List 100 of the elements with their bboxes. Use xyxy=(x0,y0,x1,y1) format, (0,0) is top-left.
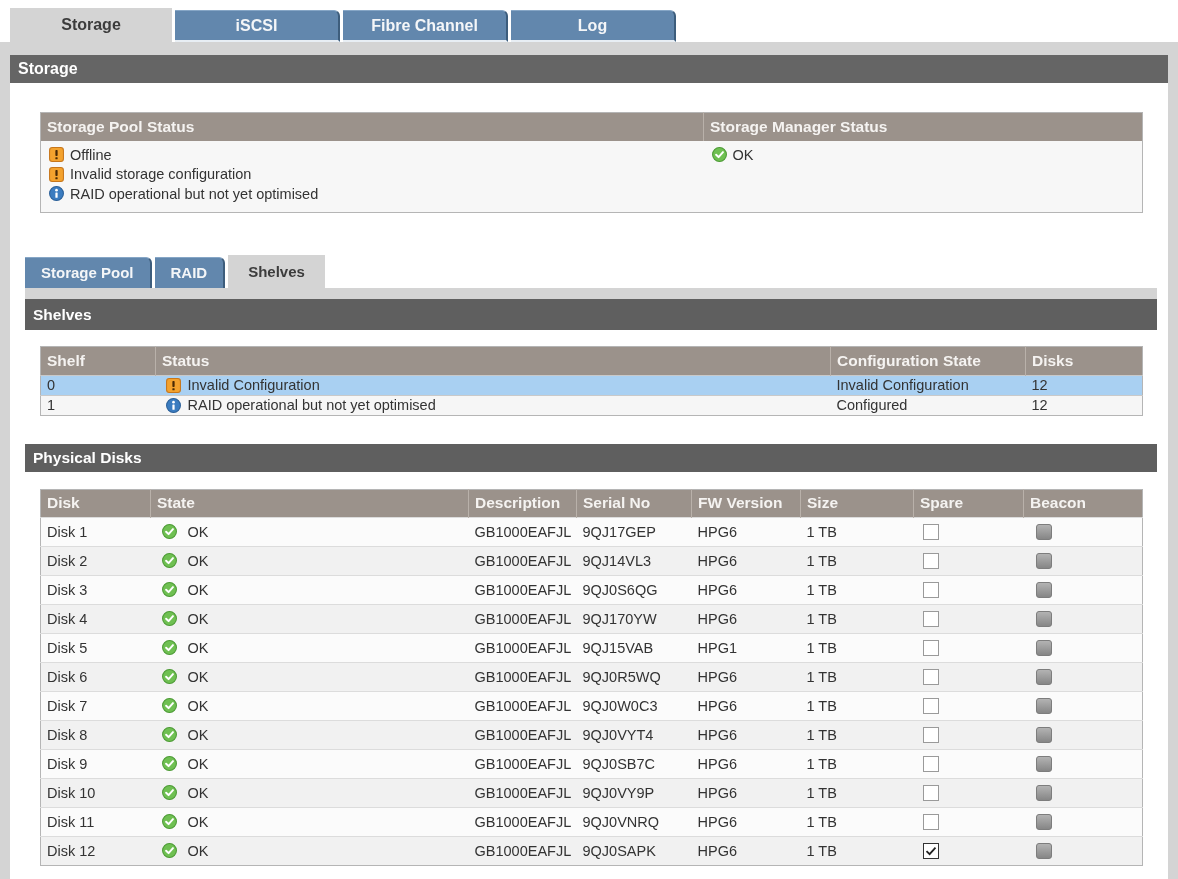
spare-checkbox[interactable] xyxy=(922,639,939,656)
table-cell: GB1000EAFJL xyxy=(468,575,577,604)
status-text: OK xyxy=(187,668,209,685)
table-cell: GB1000EAFJL xyxy=(468,691,577,720)
table-cell: HPG6 xyxy=(691,575,801,604)
table-cell: 0 xyxy=(40,375,156,395)
column-header: Storage Manager Status xyxy=(703,112,1143,141)
spare-checkbox[interactable] xyxy=(922,842,939,859)
beacon-button-icon[interactable] xyxy=(1035,552,1052,569)
status-text: OK xyxy=(187,552,209,569)
beacon-button-icon[interactable] xyxy=(1035,668,1052,685)
table-cell: Disk 8 xyxy=(40,720,151,749)
table-cell: 1 TB xyxy=(800,604,914,633)
sub-tab[interactable]: Storage Pool xyxy=(25,256,152,288)
table-cell: Disk 5 xyxy=(40,633,151,662)
column-header: Disk xyxy=(40,489,151,517)
check-circle-icon xyxy=(161,669,177,684)
table-cell: 9QJ0SAPK xyxy=(576,836,692,865)
table-cell: GB1000EAFJL xyxy=(468,662,577,691)
tab[interactable]: iSCSI xyxy=(175,10,340,42)
table-cell: 1 TB xyxy=(800,546,914,575)
beacon-button-icon[interactable] xyxy=(1035,726,1052,743)
beacon-button-icon[interactable] xyxy=(1035,697,1052,714)
table-cell: 1 TB xyxy=(800,633,914,662)
spare-checkbox[interactable] xyxy=(922,755,939,772)
beacon-button-icon[interactable] xyxy=(1035,813,1052,830)
column-header: FW Version xyxy=(691,489,801,517)
table-cell: Disk 7 xyxy=(40,691,151,720)
table-cell: 9QJ0R5WQ xyxy=(576,662,692,691)
table-cell: Disk 6 xyxy=(40,662,151,691)
table-cell: Disk 2 xyxy=(40,546,151,575)
table-cell: HPG6 xyxy=(691,807,801,836)
status-text: OK xyxy=(187,639,209,656)
spare-checkbox[interactable] xyxy=(922,581,939,598)
tab[interactable]: Storage xyxy=(10,8,172,42)
table-cell: HPG6 xyxy=(691,662,801,691)
table-cell: 1 TB xyxy=(800,836,914,865)
check-circle-icon xyxy=(161,814,177,829)
table-cell: GB1000EAFJL xyxy=(468,633,577,662)
panel-header: Shelves xyxy=(25,298,1157,330)
table-cell: HPG1 xyxy=(691,633,801,662)
check-circle-icon xyxy=(161,727,177,742)
table-cell: 1 TB xyxy=(800,720,914,749)
column-header: Configuration State xyxy=(830,346,1026,375)
status-text: Offline xyxy=(70,146,112,163)
table-cell: 9QJ15VAB xyxy=(576,633,692,662)
table-cell: Disk 3 xyxy=(40,575,151,604)
spare-checkbox[interactable] xyxy=(922,523,939,540)
table-cell: GB1000EAFJL xyxy=(468,836,577,865)
table-cell: HPG6 xyxy=(691,546,801,575)
table-cell: 9QJ0VY9P xyxy=(576,778,692,807)
table-cell: 12 xyxy=(1025,395,1143,415)
spare-checkbox[interactable] xyxy=(922,813,939,830)
table-cell: 9QJ0VNRQ xyxy=(576,807,692,836)
spare-checkbox[interactable] xyxy=(922,697,939,714)
panel-header: Physical Disks xyxy=(25,443,1157,472)
sub-tab[interactable]: Shelves xyxy=(228,254,325,288)
beacon-button-icon[interactable] xyxy=(1035,755,1052,772)
table-cell: 12 xyxy=(1025,375,1143,395)
table-cell: 1 TB xyxy=(800,807,914,836)
table-cell: HPG6 xyxy=(691,749,801,778)
table-cell: HPG6 xyxy=(691,604,801,633)
table-cell: 9QJ14VL3 xyxy=(576,546,692,575)
table-cell: 9QJ0S6QG xyxy=(576,575,692,604)
column-header: State xyxy=(150,489,469,517)
check-circle-icon xyxy=(161,553,177,568)
column-header: Beacon xyxy=(1023,489,1143,517)
beacon-button-icon[interactable] xyxy=(1035,610,1052,627)
spare-checkbox[interactable] xyxy=(922,784,939,801)
table-cell: 9QJ0W0C3 xyxy=(576,691,692,720)
beacon-button-icon[interactable] xyxy=(1035,581,1052,598)
table-cell: GB1000EAFJL xyxy=(468,778,577,807)
spare-checkbox[interactable] xyxy=(922,668,939,685)
table-cell: 9QJ0SB7C xyxy=(576,749,692,778)
check-circle-icon xyxy=(161,611,177,626)
table-cell: 1 TB xyxy=(800,691,914,720)
check-circle-icon xyxy=(711,147,727,163)
tab[interactable]: Fibre Channel xyxy=(343,10,508,42)
beacon-button-icon[interactable] xyxy=(1035,523,1052,540)
status-text: OK xyxy=(187,581,209,598)
beacon-button-icon[interactable] xyxy=(1035,784,1052,801)
table-cell: 1 TB xyxy=(800,517,914,546)
status-text: OK xyxy=(187,755,209,772)
beacon-button-icon[interactable] xyxy=(1035,842,1052,859)
beacon-button-icon[interactable] xyxy=(1035,639,1052,656)
table-cell: 1 TB xyxy=(800,575,914,604)
spare-checkbox[interactable] xyxy=(922,726,939,743)
status-text: OK xyxy=(187,813,209,830)
table-cell: GB1000EAFJL xyxy=(468,517,577,546)
tab[interactable]: Log xyxy=(511,10,676,42)
status-text: OK xyxy=(187,842,209,859)
table-cell: GB1000EAFJL xyxy=(468,720,577,749)
info-icon xyxy=(165,397,181,413)
spare-checkbox[interactable] xyxy=(922,552,939,569)
column-header: Size xyxy=(800,489,914,517)
column-header: Spare xyxy=(913,489,1024,517)
spare-checkbox[interactable] xyxy=(922,610,939,627)
check-circle-icon xyxy=(161,843,177,858)
status-text: Invalid Configuration xyxy=(187,375,320,395)
sub-tab[interactable]: RAID xyxy=(154,256,226,288)
